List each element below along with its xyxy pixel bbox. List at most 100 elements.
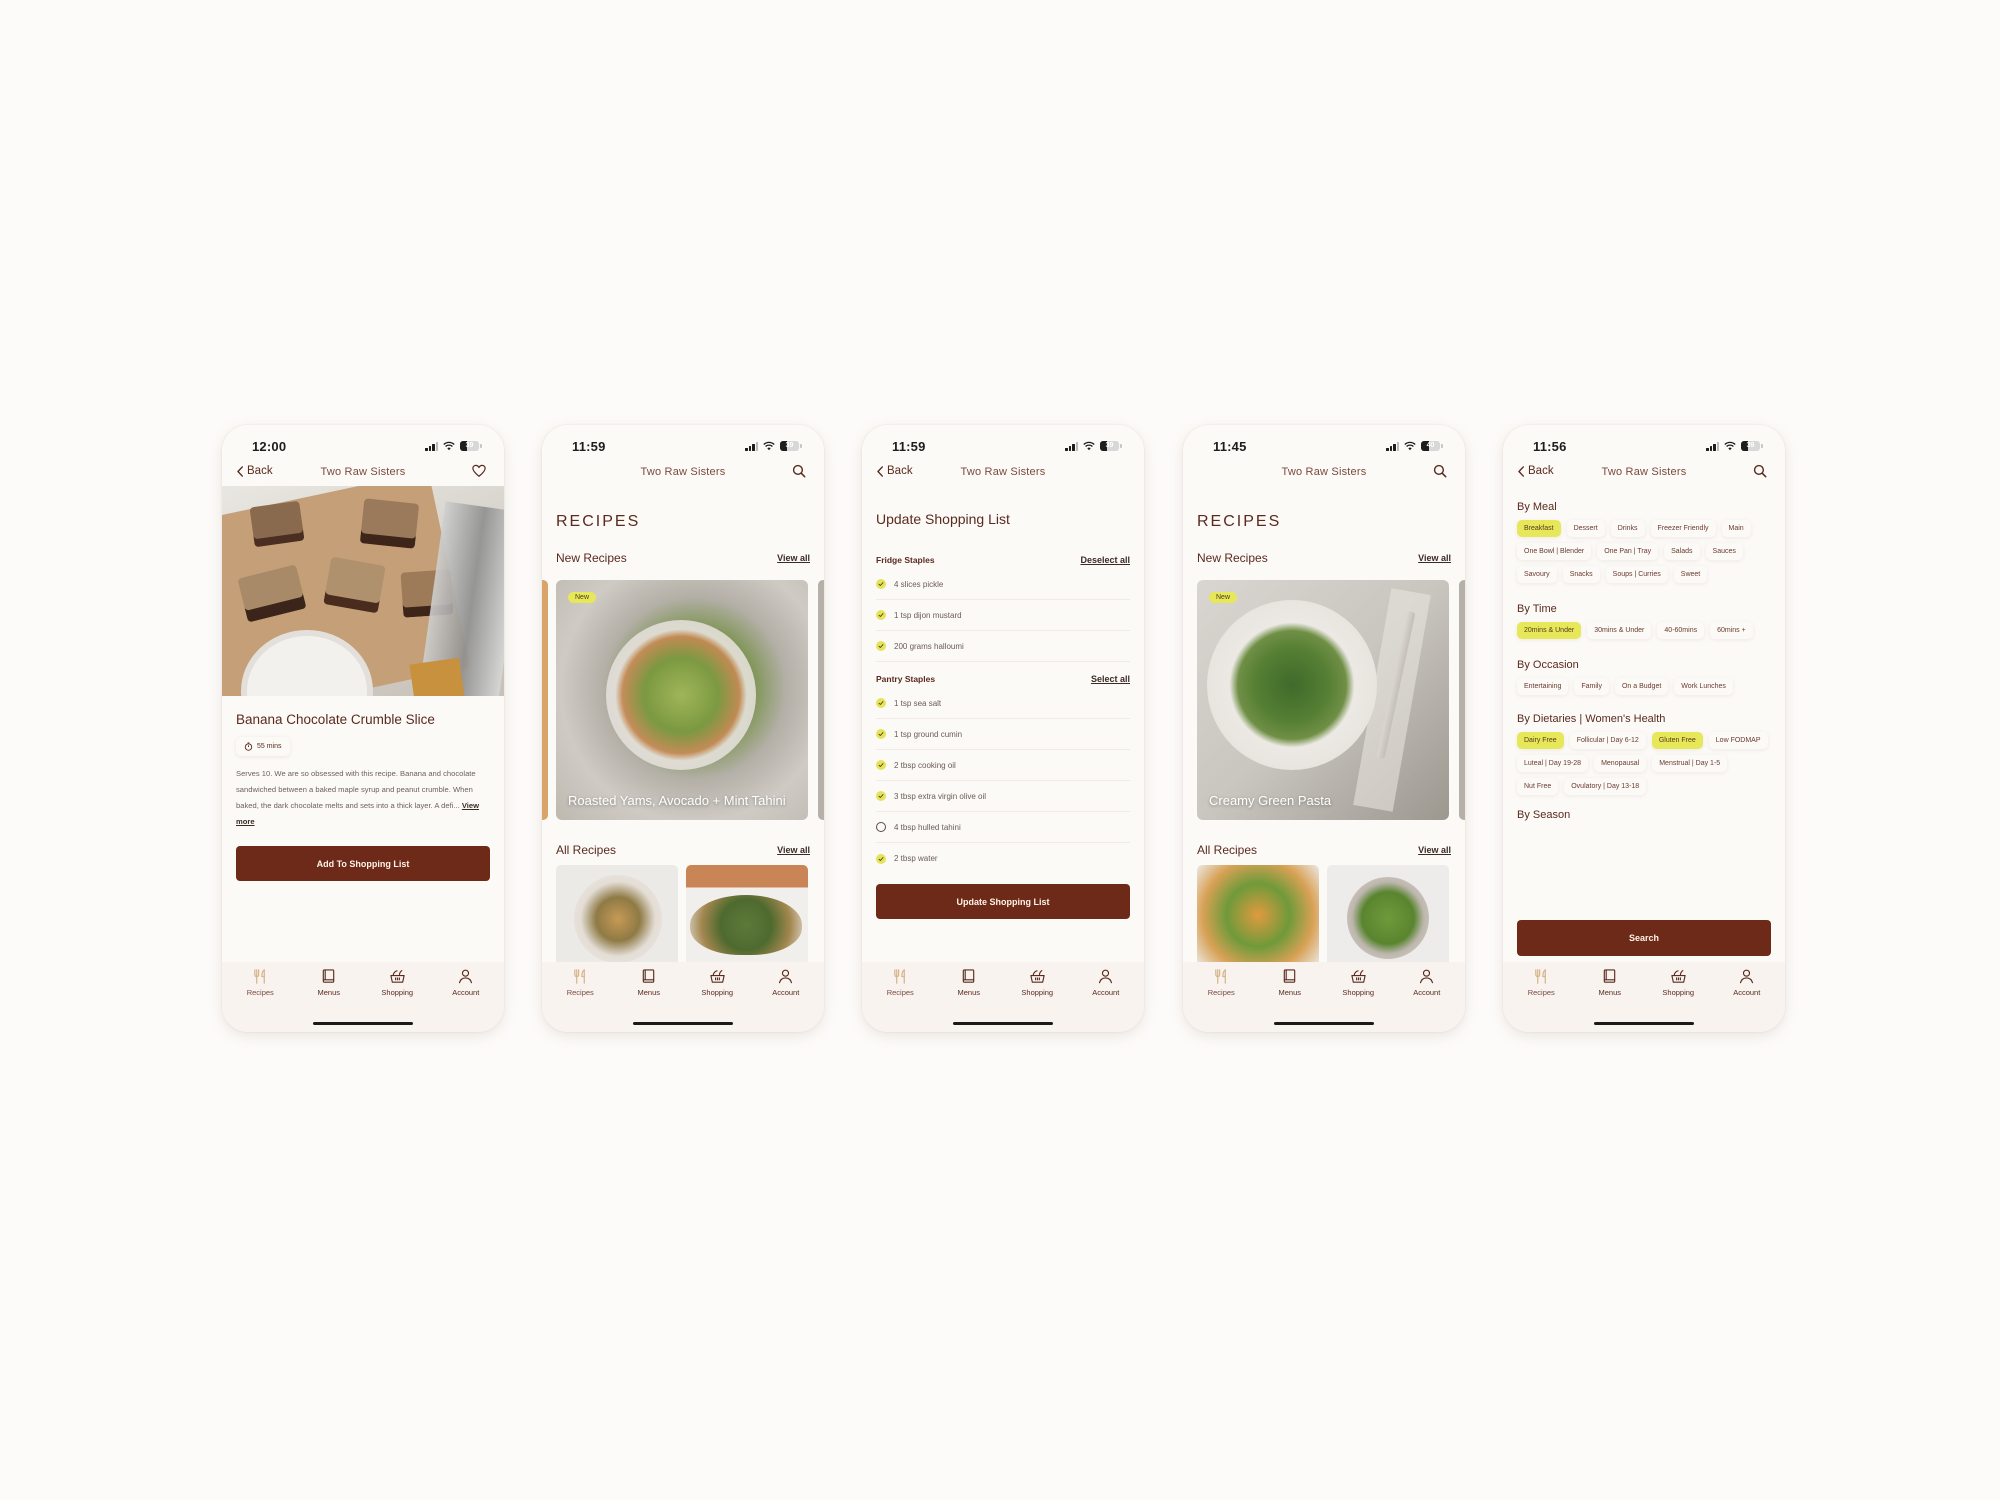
tab-recipes[interactable]: Recipes [230,968,290,997]
recipe-thumb[interactable] [556,865,678,965]
filter-chip-selected[interactable]: Dairy Free [1517,732,1564,749]
filter-chip[interactable]: Snacks [1562,566,1600,583]
checkbox-checked[interactable] [876,729,886,739]
filter-chip[interactable]: Sweet [1673,566,1708,583]
filter-chip[interactable]: 30mins & Under [1587,622,1652,639]
checkbox-checked[interactable] [876,760,886,770]
checkbox-checked[interactable] [876,610,886,620]
checkbox-unchecked[interactable] [876,822,886,832]
group-title-fridge: Fridge Staples [876,555,935,565]
filter-chip[interactable]: Drinks [1610,520,1645,537]
filter-chip[interactable]: Soups | Curries [1605,566,1668,583]
filter-chip-selected[interactable]: Gluten Free [1651,732,1703,749]
filter-chip[interactable]: Freezer Friendly [1650,520,1716,537]
recipe-thumb[interactable] [1327,865,1449,965]
list-item[interactable]: 1 tsp ground cumin [876,719,1130,750]
tab-account[interactable]: Account [1397,968,1457,997]
filter-chip[interactable]: Luteal | Day 19-28 [1517,755,1589,772]
search-button[interactable]: Search [1517,920,1771,956]
signal-icon [1706,441,1719,451]
person-icon [1418,968,1435,985]
filter-chip[interactable]: 60mins + [1710,622,1753,639]
tab-shopping[interactable]: Shopping [1328,968,1388,997]
filter-chip[interactable]: Follicular | Day 6-12 [1569,732,1646,749]
wifi-icon [763,441,775,451]
tab-recipes[interactable]: Recipes [1511,968,1571,997]
section-title-all-recipes: All Recipes [1197,843,1258,857]
list-item[interactable]: 4 tbsp hulled tahini [876,812,1130,843]
tab-account[interactable]: Account [1717,968,1777,997]
checkbox-checked[interactable] [876,579,886,589]
featured-recipe-card[interactable]: New Roasted Yams, Avocado + Mint Tahini [556,580,808,820]
featured-recipe-card[interactable]: New Creamy Green Pasta [1197,580,1449,820]
filter-chip-selected[interactable]: Breakfast [1517,520,1561,537]
filter-chip[interactable]: 40-60mins [1657,622,1705,639]
fork-knife-icon [1213,968,1230,985]
tab-recipes[interactable]: Recipes [550,968,610,997]
filter-chip[interactable]: Family [1574,678,1609,695]
list-item[interactable]: 2 tbsp water [876,843,1130,874]
tab-menus[interactable]: Menus [939,968,999,997]
heart-icon[interactable] [472,464,486,478]
filter-chip[interactable]: Sauces [1705,543,1743,560]
filter-chip[interactable]: Main [1721,520,1751,537]
chip-group: Dairy Free Follicular | Day 6-12 Gluten Fr… [1517,732,1771,795]
filter-chip[interactable]: Nut Free [1517,778,1559,795]
checkbox-checked[interactable] [876,853,886,864]
tab-shopping[interactable]: Shopping [1648,968,1708,997]
tab-menus[interactable]: Menus [299,968,359,997]
view-all-recipes-link[interactable]: View all [777,845,810,855]
filter-chip[interactable]: Menopausal [1594,755,1647,772]
tab-shopping[interactable]: Shopping [687,968,747,997]
checkbox-checked[interactable] [876,698,886,708]
search-icon[interactable] [1433,464,1447,478]
list-item[interactable]: 4 slices pickle [876,569,1130,600]
filter-chip[interactable]: One Bowl | Blender [1517,543,1592,560]
view-all-recipes-link[interactable]: View all [1418,845,1451,855]
tab-shopping[interactable]: Shopping [1007,968,1067,997]
filter-chip[interactable]: Entertaining [1517,678,1569,695]
filter-section-title: By Occasion [1517,659,1579,671]
filter-chip[interactable]: Ovulatory | Day 13-18 [1564,778,1647,795]
list-item[interactable]: 2 tbsp cooking oil [876,750,1130,781]
select-all-link[interactable]: Select all [1091,674,1130,684]
tab-account[interactable]: Account [436,968,496,997]
add-to-shopping-list-button[interactable]: Add To Shopping List [236,846,490,881]
tab-recipes[interactable]: Recipes [870,968,930,997]
tab-account[interactable]: Account [1076,968,1136,997]
checkbox-checked[interactable] [876,791,886,801]
tab-menus[interactable]: Menus [619,968,679,997]
tab-account[interactable]: Account [756,968,816,997]
search-icon[interactable] [1753,464,1767,478]
filter-chip[interactable]: Low FODMAP [1708,732,1768,749]
signal-icon [1386,441,1399,451]
filter-chip[interactable]: Dessert [1566,520,1605,537]
list-item[interactable]: 200 grams halloumi [876,631,1130,662]
checkbox-checked[interactable] [876,641,886,651]
view-all-new-link[interactable]: View all [1418,553,1451,563]
list-item[interactable]: 1 tsp sea salt [876,688,1130,719]
filter-chip[interactable]: Work Lunches [1674,678,1733,695]
tab-menus[interactable]: Menus [1580,968,1640,997]
search-icon[interactable] [792,464,806,478]
tab-bar: Recipes Menus Shopping Account [1503,962,1785,1032]
phone-recipes-home-1: 11:59 39 Two Raw Sisters RECIPES New Rec… [542,425,824,1032]
filter-chip-selected[interactable]: 20mins & Under [1517,622,1582,639]
recipe-thumb[interactable] [1197,865,1319,965]
filter-sections: By Meal Breakfast Dessert Drinks Freezer Fri… [1503,501,1785,828]
filter-chip[interactable]: On a Budget [1614,678,1669,695]
deselect-all-link[interactable]: Deselect all [1080,555,1130,565]
update-shopping-list-button[interactable]: Update Shopping List [876,884,1130,919]
filter-chip[interactable]: One Pan | Tray [1597,543,1659,560]
recipe-thumb[interactable] [686,865,808,965]
list-item[interactable]: 1 tsp dijon mustard [876,600,1130,631]
filter-chip[interactable]: Savoury [1517,566,1557,583]
filter-chip[interactable]: Salads [1664,543,1700,560]
view-all-new-link[interactable]: View all [777,553,810,563]
filter-chip[interactable]: Menstrual | Day 1-5 [1652,755,1728,772]
list-item[interactable]: 3 tbsp extra virgin olive oil [876,781,1130,812]
tab-shopping[interactable]: Shopping [367,968,427,997]
tab-recipes[interactable]: Recipes [1191,968,1251,997]
tab-menus[interactable]: Menus [1260,968,1320,997]
tab-bar: Recipes Menus Shopping Account [1183,962,1465,1032]
